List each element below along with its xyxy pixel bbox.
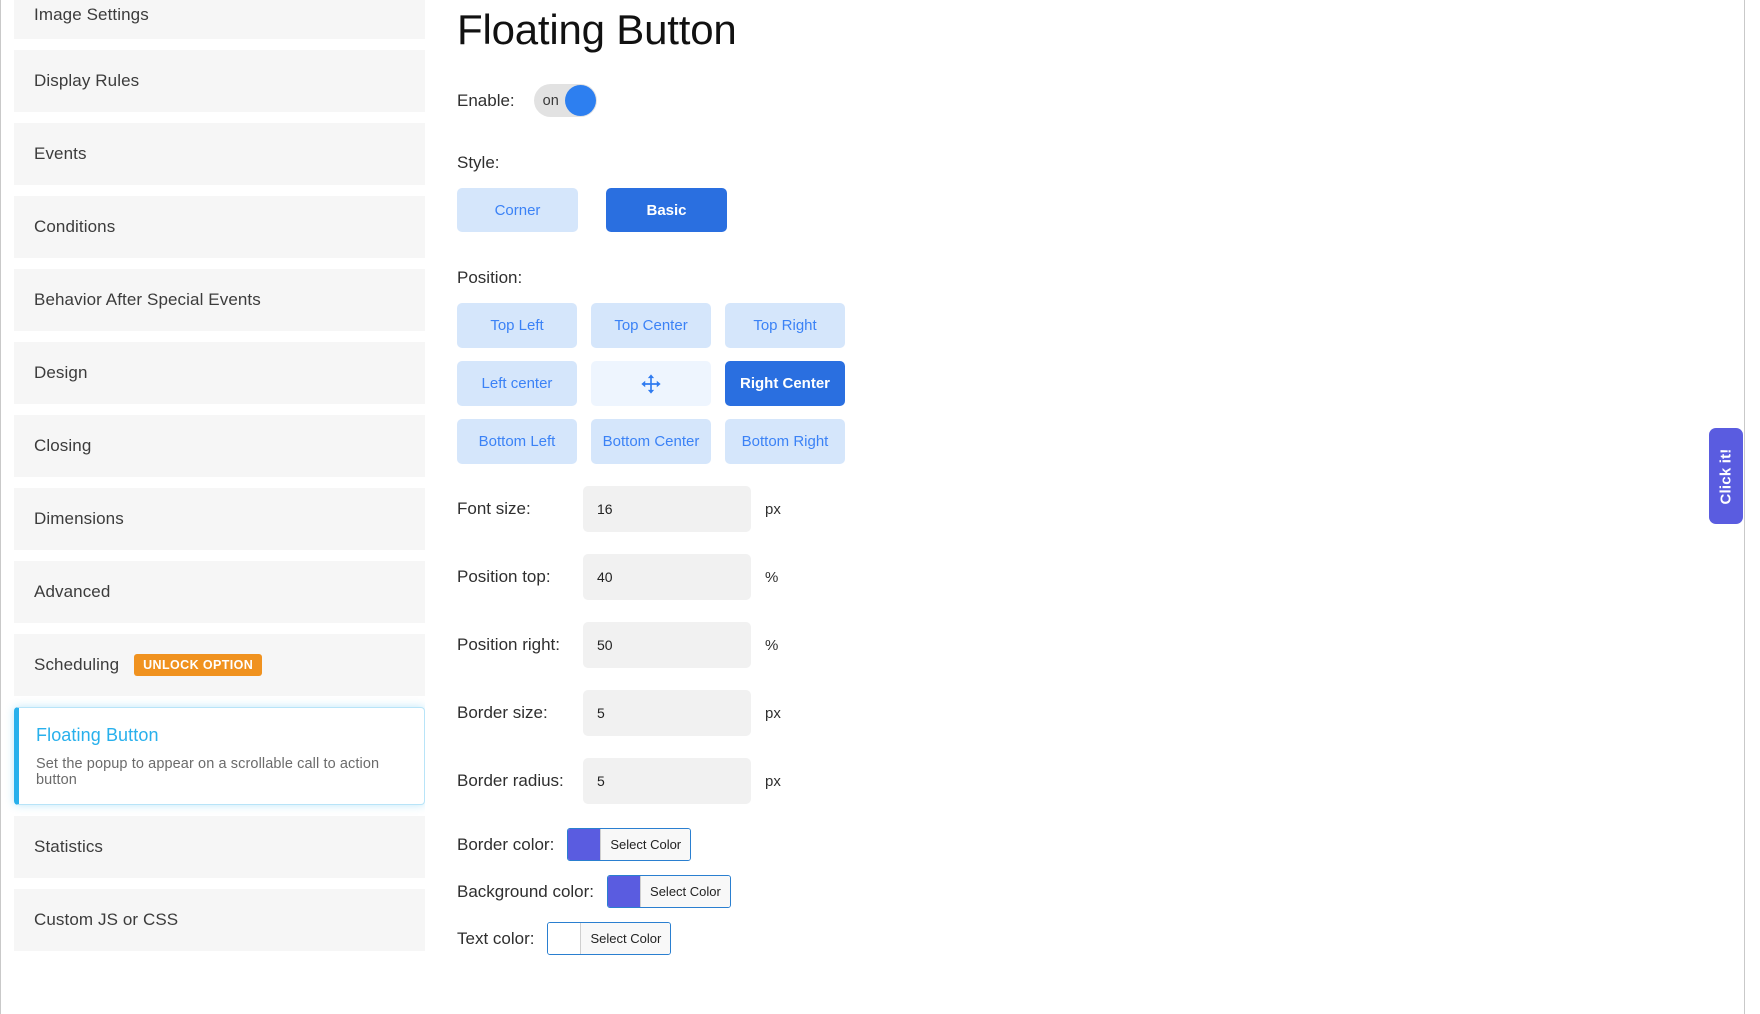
sidebar-item-events[interactable]: Events [14, 123, 425, 185]
background-color-swatch [608, 876, 640, 907]
position-option-top-left[interactable]: Top Left [457, 303, 577, 348]
font-size-label: Font size: [457, 499, 569, 519]
sidebar-item-label: Conditions [34, 217, 115, 237]
border-color-swatch [568, 829, 600, 860]
position-button-grid: Top Left Top Center Top Right Left center Ri… [457, 303, 1760, 464]
enable-toggle[interactable]: on [534, 84, 597, 117]
sidebar-item-label: Floating Button [36, 725, 159, 746]
position-top-unit: % [765, 569, 778, 586]
border-size-unit: px [765, 705, 781, 722]
toggle-knob [565, 85, 596, 116]
sidebar-item-scheduling[interactable]: Scheduling UNLOCK OPTION [14, 634, 425, 696]
sidebar-nav-list: Image Settings Display Rules Events Conditi… [14, 0, 425, 951]
border-color-picker[interactable]: Select Color [567, 828, 691, 861]
settings-sidebar: Image Settings Display Rules Events Conditi… [0, 0, 425, 1014]
position-top-label: Position top: [457, 567, 569, 587]
sidebar-item-custom-js-or-css[interactable]: Custom JS or CSS [14, 889, 425, 951]
position-option-left-center[interactable]: Left center [457, 361, 577, 406]
position-option-top-right[interactable]: Top Right [725, 303, 845, 348]
enable-toggle-state: on [543, 93, 559, 109]
sidebar-item-label: Events [34, 144, 87, 164]
position-option-top-center[interactable]: Top Center [591, 303, 711, 348]
move-arrows-icon[interactable] [591, 361, 711, 406]
position-right-row: Position right:% [457, 622, 1760, 668]
sidebar-item-closing[interactable]: Closing [14, 415, 425, 477]
text-color-label: Text color: [457, 929, 534, 949]
sidebar-item-advanced[interactable]: Advanced [14, 561, 425, 623]
sidebar-item-label: Design [34, 363, 88, 383]
position-top-row: Position top:% [457, 554, 1760, 600]
border-radius-label: Border radius: [457, 771, 569, 791]
text-color-swatch [548, 923, 580, 954]
sidebar-item-design[interactable]: Design [14, 342, 425, 404]
position-right-label: Position right: [457, 635, 569, 655]
sidebar-item-label: Behavior After Special Events [34, 290, 261, 310]
background-color-picker[interactable]: Select Color [607, 875, 731, 908]
font-size-unit: px [765, 501, 781, 518]
style-button-group: Corner Basic [457, 188, 1760, 232]
border-size-input[interactable] [583, 690, 751, 736]
background-color-row: Background color: Select Color [457, 875, 1760, 908]
color-fields-group: Border color:Select ColorBackground colo… [457, 828, 1760, 955]
sidebar-item-display-rules[interactable]: Display Rules [14, 50, 425, 112]
sidebar-item-dimensions[interactable]: Dimensions [14, 488, 425, 550]
sidebar-item-behavior-after-special-events[interactable]: Behavior After Special Events [14, 269, 425, 331]
font-size-row: Font size: px [457, 486, 1760, 532]
text-color-picker[interactable]: Select Color [547, 922, 671, 955]
style-label: Style: [457, 153, 1760, 173]
right-divider [1744, 0, 1745, 1014]
sidebar-item-label: Statistics [34, 837, 103, 857]
sidebar-item-label: Closing [34, 436, 91, 456]
font-size-input[interactable] [583, 486, 751, 532]
border-radius-input[interactable] [583, 758, 751, 804]
sidebar-item-image-settings[interactable]: Image Settings [14, 0, 425, 39]
border-radius-unit: px [765, 773, 781, 790]
border-color-select-label: Select Color [600, 829, 690, 860]
enable-row: Enable: on [457, 84, 1760, 117]
sidebar-item-label: Dimensions [34, 509, 124, 529]
app-root: Image Settings Display Rules Events Conditi… [0, 0, 1760, 1014]
position-option-bottom-left[interactable]: Bottom Left [457, 419, 577, 464]
sidebar-item-label: Display Rules [34, 71, 139, 91]
style-option-corner[interactable]: Corner [457, 188, 578, 232]
border-size-label: Border size: [457, 703, 569, 723]
numeric-fields-group: Font size:pxPosition top:%Position right… [457, 486, 1760, 804]
background-color-select-label: Select Color [640, 876, 730, 907]
text-color-select-label: Select Color [580, 923, 670, 954]
position-right-unit: % [765, 637, 778, 654]
background-color-label: Background color: [457, 882, 594, 902]
border-color-label: Border color: [457, 835, 554, 855]
border-color-row: Border color: Select Color [457, 828, 1760, 861]
enable-label: Enable: [457, 91, 515, 111]
main-panel: Floating Button Enable: on Style: Corner… [425, 0, 1760, 1014]
unlock-option-badge[interactable]: UNLOCK OPTION [134, 654, 262, 677]
style-option-basic[interactable]: Basic [606, 188, 727, 232]
floating-click-tab-label: Click it! [1718, 448, 1735, 504]
sidebar-item-conditions[interactable]: Conditions [14, 196, 425, 258]
page-title: Floating Button [457, 0, 1760, 54]
sidebar-item-floating-button[interactable]: Floating Button Set the popup to appear o… [14, 707, 425, 805]
position-right-input[interactable] [583, 622, 751, 668]
position-top-input[interactable] [583, 554, 751, 600]
sidebar-item-label: Image Settings [34, 5, 149, 25]
sidebar-item-label: Scheduling [34, 655, 119, 675]
position-option-bottom-right[interactable]: Bottom Right [725, 419, 845, 464]
floating-click-tab[interactable]: Click it! [1709, 428, 1743, 524]
sidebar-item-statistics[interactable]: Statistics [14, 816, 425, 878]
border-radius-row: Border radius: px [457, 758, 1760, 804]
text-color-row: Text color: Select Color [457, 922, 1760, 955]
sidebar-item-description: Set the popup to appear on a scrollable … [36, 756, 424, 788]
sidebar-item-label: Custom JS or CSS [34, 910, 178, 930]
sidebar-item-label: Advanced [34, 582, 110, 602]
position-label: Position: [457, 268, 1760, 288]
position-option-right-center[interactable]: Right Center [725, 361, 845, 406]
position-option-bottom-center[interactable]: Bottom Center [591, 419, 711, 464]
border-size-row: Border size: px [457, 690, 1760, 736]
